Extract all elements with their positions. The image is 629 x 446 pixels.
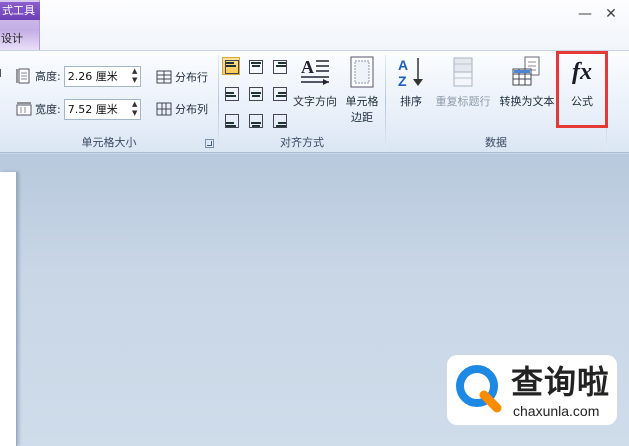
distribute-columns-button[interactable]: 分布列 [156, 99, 208, 119]
watermark-brand: 查询啦 [511, 363, 611, 401]
repeat-header-rows-label: 重复标题行 [435, 95, 491, 108]
align-bottom-left-button[interactable] [222, 111, 240, 129]
cell-margins-label-line1: 单元格 [345, 95, 379, 108]
distribute-columns-label: 分布列 [175, 103, 208, 116]
column-width-icon [16, 101, 32, 117]
distribute-rows-label: 分布行 [175, 71, 208, 84]
minimize-button[interactable]: — [577, 6, 593, 22]
cell-margins-icon [348, 55, 376, 89]
distribute-columns-icon [156, 102, 172, 116]
clipped-control-icon [0, 69, 4, 77]
row-height-field: 高度: 2.26 厘米 ▲ ▼ [16, 65, 141, 87]
watermark-url: chaxunla.com [513, 403, 600, 419]
align-middle-right-button[interactable] [270, 84, 288, 102]
cell-size-group-label: 单元格大小 [81, 136, 137, 149]
repeat-header-rows-icon [448, 55, 478, 89]
ribbon: 高度: 2.26 厘米 ▲ ▼ 宽度: 7.52 厘米 ▲ ▼ 分布行 分布列 … [0, 50, 629, 153]
data-group-label: 数据 [485, 136, 507, 149]
text-direction-icon: A [299, 55, 331, 89]
close-button[interactable]: ✕ [603, 6, 619, 22]
svg-text:Z: Z [398, 73, 407, 89]
height-label: 高度: [35, 70, 61, 83]
formula-label: 公式 [571, 95, 593, 108]
sort-az-icon: AZ [396, 55, 426, 89]
column-width-field: 宽度: 7.52 厘米 ▲ ▼ [16, 98, 141, 120]
convert-to-text-label: 转换为文本 [499, 95, 555, 108]
width-value: 7.52 厘米 [67, 102, 118, 116]
convert-to-text-button[interactable]: 转换为文本 [497, 55, 557, 127]
distribute-rows-icon [156, 70, 172, 84]
align-bottom-right-button[interactable] [270, 111, 288, 129]
row-height-icon [16, 68, 32, 84]
title-bar: 式工具 设计 — ✕ [0, 0, 629, 50]
text-direction-label: 文字方向 [293, 95, 337, 108]
align-top-right-button[interactable] [270, 57, 288, 75]
sort-button[interactable]: AZ 排序 [393, 55, 429, 127]
width-label: 宽度: [35, 103, 61, 116]
align-bottom-center-button[interactable] [246, 111, 264, 129]
cell-size-group: 高度: 2.26 厘米 ▲ ▼ 宽度: 7.52 厘米 ▲ ▼ 分布行 分布列 … [0, 51, 218, 154]
cell-margins-button[interactable]: 单元格 边距 [341, 55, 383, 127]
cell-size-dialog-launcher[interactable] [205, 139, 214, 148]
formula-fx-icon: fx [572, 59, 592, 85]
align-middle-center-button[interactable] [246, 84, 264, 102]
repeat-header-rows-button[interactable]: 重复标题行 [432, 55, 494, 127]
sort-label: 排序 [400, 95, 422, 108]
align-middle-left-button[interactable] [222, 84, 240, 102]
svg-text:A: A [301, 57, 314, 77]
site-watermark: 查询啦 chaxunla.com [447, 355, 617, 425]
search-logo-icon [453, 362, 505, 414]
alignment-group-label: 对齐方式 [280, 136, 324, 149]
height-input[interactable]: 2.26 厘米 ▲ ▼ [63, 65, 141, 87]
height-value: 2.26 厘米 [67, 69, 118, 83]
tab-design[interactable]: 设计 [0, 30, 23, 46]
cell-margins-label-line2: 边距 [351, 111, 373, 124]
text-direction-button[interactable]: A 文字方向 [289, 55, 341, 127]
width-input[interactable]: 7.52 厘米 ▲ ▼ [63, 98, 141, 120]
document-page[interactable] [0, 172, 17, 446]
table-tools-context-tab[interactable]: 式工具 设计 [0, 0, 40, 50]
group-divider [606, 55, 607, 151]
align-top-left-button[interactable] [222, 57, 240, 75]
distribute-rows-button[interactable]: 分布行 [156, 67, 208, 87]
convert-to-text-icon [511, 55, 543, 89]
formula-button[interactable]: fx 公式 [560, 55, 604, 127]
svg-text:A: A [398, 57, 408, 73]
align-top-center-button[interactable] [246, 57, 264, 75]
context-tab-title: 式工具 [0, 2, 40, 20]
width-spinner[interactable]: ▲ ▼ [130, 100, 140, 119]
height-spinner[interactable]: ▲ ▼ [130, 67, 140, 86]
